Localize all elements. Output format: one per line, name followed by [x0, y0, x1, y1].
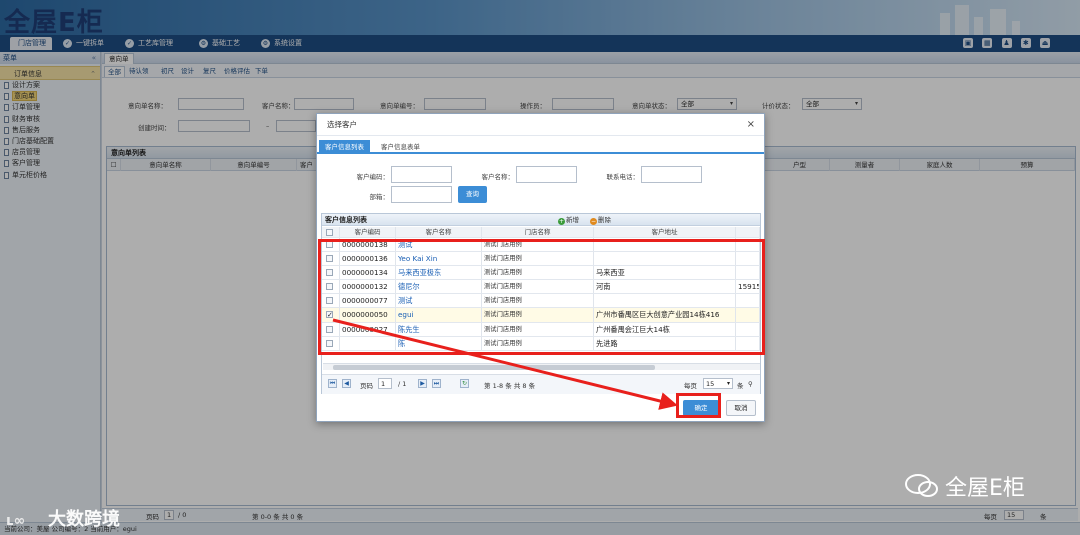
col-extra — [736, 227, 760, 237]
customer-name-label: 客户名称： — [481, 173, 515, 181]
annotation-confirm-highlight — [676, 393, 721, 418]
per-page-select[interactable]: 15 ▾ — [703, 378, 733, 389]
dept-label: 部箱： — [369, 193, 390, 201]
phone-input[interactable] — [641, 166, 702, 183]
minus-icon: − — [590, 218, 597, 225]
refresh-icon[interactable]: ↻ — [460, 379, 469, 388]
col-customer-address[interactable]: 客户地址 — [594, 227, 736, 237]
dropdown-arrow-icon: ▾ — [726, 380, 730, 387]
tab-customer-form[interactable]: 客户信息表单 — [375, 140, 426, 154]
dept-input[interactable] — [391, 186, 452, 203]
col-customer-code[interactable]: 客户编码 — [340, 227, 396, 237]
next-page-icon[interactable]: ▶ — [418, 379, 427, 388]
add-customer-button[interactable]: + 新增 — [558, 214, 579, 226]
horizontal-scrollbar[interactable] — [323, 363, 760, 370]
wechat-icon — [905, 474, 938, 497]
close-icon[interactable]: × — [747, 114, 755, 136]
watermark-left: ʟ∞ 大数跨境 — [6, 509, 120, 530]
customer-list-header: 客户信息列表 + 新增 − 删除 — [322, 214, 760, 226]
prev-page-icon[interactable]: ◀ — [342, 379, 351, 388]
dialog-tabs: 客户信息列表 客户信息表单 — [317, 138, 764, 154]
col-store-name[interactable]: 门店名称 — [482, 227, 594, 237]
customer-name-input[interactable] — [516, 166, 577, 183]
search-icon[interactable]: ⚲ — [748, 380, 753, 388]
per-page-label: 每页 — [684, 382, 697, 390]
delete-customer-button[interactable]: − 删除 — [590, 214, 611, 226]
first-page-icon[interactable]: ⏮ — [328, 379, 337, 388]
pager-range: 第 1-8 条 共 8 条 — [484, 382, 536, 390]
tab-customer-list[interactable]: 客户信息列表 — [319, 140, 370, 154]
customer-code-input[interactable] — [391, 166, 452, 183]
phone-label: 联系电话： — [606, 173, 640, 181]
select-all-cell — [322, 227, 340, 237]
page-label: 页码 — [360, 382, 373, 390]
cancel-button[interactable]: 取消 — [726, 400, 756, 416]
watermark-logo-icon: ʟ∞ — [6, 513, 26, 529]
customer-code-label: 客户编码： — [356, 173, 390, 181]
page-input[interactable]: 1 — [378, 378, 392, 389]
last-page-icon[interactable]: ⏭ — [432, 379, 441, 388]
customer-list-title: 客户信息列表 — [325, 216, 367, 224]
page-total: / 1 — [398, 380, 407, 388]
select-all-checkbox[interactable] — [326, 229, 333, 236]
customer-table-header: 客户编码 客户名称 门店名称 客户地址 — [322, 227, 760, 238]
query-button[interactable]: 查询 — [458, 186, 487, 203]
annotation-rows-highlight — [318, 239, 765, 355]
watermark-right: 全屋E柜 — [905, 470, 1025, 502]
per-page-suffix: 条 — [737, 382, 744, 390]
scrollbar-thumb[interactable] — [333, 365, 655, 370]
plus-icon: + — [558, 218, 565, 225]
col-customer-name[interactable]: 客户名称 — [396, 227, 482, 237]
customer-pager: ⏮ ◀ 页码 1 / 1 ▶ ⏭ ↻ 第 1-8 条 共 8 条 每页 15 ▾ … — [322, 374, 760, 394]
dialog-title: 选择客户 × — [317, 114, 764, 136]
